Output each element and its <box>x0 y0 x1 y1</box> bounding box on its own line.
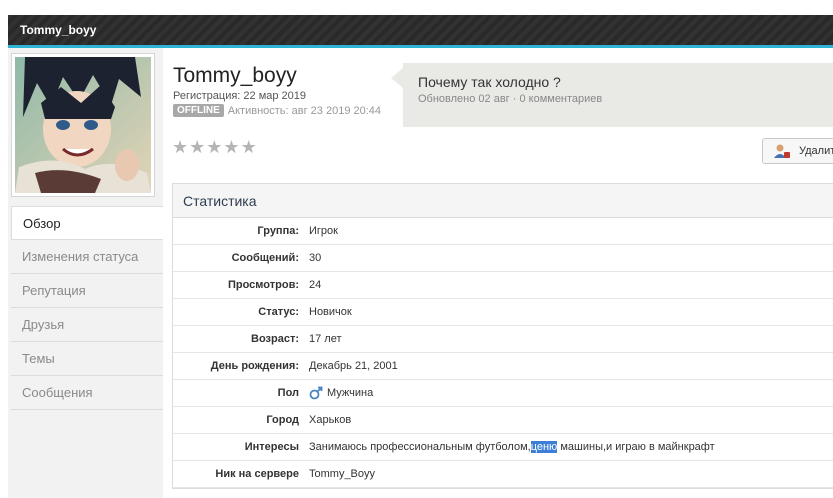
stat-label: Возраст: <box>251 333 299 345</box>
stat-label: День рождения: <box>210 360 299 372</box>
stat-label: Город <box>266 414 299 426</box>
interests-text: Занимаюсь профессиональным футболом, <box>309 441 531 453</box>
status-meta: Обновлено 02 авг · 0 комментариев <box>418 93 603 105</box>
stat-row: Интересы Занимаюсь профессиональным футб… <box>173 434 833 461</box>
stat-value: 24 <box>309 279 322 291</box>
stat-label: Просмотров: <box>227 279 299 291</box>
status-text[interactable]: Почему так холодно ? <box>418 74 561 90</box>
stat-row: Просмотров: 24 <box>173 272 833 299</box>
stat-row: Сообщений: 30 <box>173 245 833 272</box>
stat-row: Статус: Новичок <box>173 299 833 326</box>
profile-title-bar: Tommy_boyy <box>20 23 97 37</box>
star-icon[interactable]: ★ <box>206 138 222 156</box>
tab-posts[interactable]: Сообщения <box>11 376 164 410</box>
selected-text: ценю <box>530 441 558 453</box>
last-activity: Активность: авг 23 2019 20:44 <box>227 104 382 117</box>
stat-row: Группа: Игрок <box>173 218 833 245</box>
interests-text-rest: машины,и играю в майнкрафт <box>557 441 715 453</box>
star-icon[interactable]: ★ <box>241 138 257 156</box>
gender-value: Мужчина <box>327 387 374 399</box>
status-bubble-arrow <box>391 68 403 88</box>
star-icon[interactable]: ★ <box>172 138 188 156</box>
stat-row: Ник на сервере Tommy_Boyy <box>173 461 833 488</box>
stat-row: Город Харьков <box>173 407 833 434</box>
profile-tabs: Обзор Изменения статуса Репутация Друзья… <box>11 206 164 410</box>
user-remove-icon <box>774 144 790 158</box>
stat-row: Возраст: 17 лет <box>173 326 833 353</box>
stat-label: Группа: <box>257 225 299 237</box>
rating-stars[interactable]: ★ ★ ★ ★ ★ <box>172 138 257 156</box>
tab-reputation[interactable]: Репутация <box>11 274 164 308</box>
stat-label: Интересы <box>244 441 299 453</box>
stats-header: Статистика <box>173 184 833 218</box>
stat-value: 17 лет <box>309 333 342 345</box>
stat-value: Декабрь 21, 2001 <box>309 360 398 372</box>
user-name: Tommy_boyy <box>173 64 297 87</box>
top-bar <box>8 15 833 45</box>
avatar-image <box>15 57 151 193</box>
tab-overview[interactable]: Обзор <box>11 206 164 240</box>
stat-label: Статус: <box>258 306 299 318</box>
stat-label: Пол <box>277 387 299 399</box>
delete-button-label: Удалит <box>799 145 833 157</box>
star-icon[interactable]: ★ <box>189 138 205 156</box>
stat-label: Ник на сервере <box>215 468 299 480</box>
stat-value: Игрок <box>309 225 338 237</box>
tab-status-changes[interactable]: Изменения статуса <box>11 240 164 274</box>
activity-line: OFFLINE Активность: авг 23 2019 20:44 <box>173 104 381 117</box>
stat-value: Мужчина <box>299 386 373 400</box>
stats-panel: Статистика Группа: Игрок Сообщений: 30 П… <box>172 183 833 489</box>
registration-date: Регистрация: 22 мар 2019 <box>173 90 307 102</box>
stat-value: Харьков <box>309 414 352 426</box>
stat-value: Новичок <box>309 306 352 318</box>
star-icon[interactable]: ★ <box>223 138 239 156</box>
stat-row: День рождения: Декабрь 21, 2001 <box>173 353 833 380</box>
stat-row: Пол Мужчина <box>173 380 833 407</box>
offline-badge: OFFLINE <box>173 104 224 117</box>
stat-value: 30 <box>309 252 322 264</box>
male-icon <box>309 386 323 400</box>
stat-label: Сообщений: <box>231 252 299 264</box>
delete-button[interactable]: Удалит <box>762 138 833 164</box>
tab-friends[interactable]: Друзья <box>11 308 164 342</box>
stat-value: Tommy_Boyy <box>309 468 376 480</box>
stat-value: Занимаюсь профессиональным футболом, ценю… <box>299 441 715 453</box>
avatar[interactable] <box>11 53 155 197</box>
tab-topics[interactable]: Темы <box>11 342 164 376</box>
